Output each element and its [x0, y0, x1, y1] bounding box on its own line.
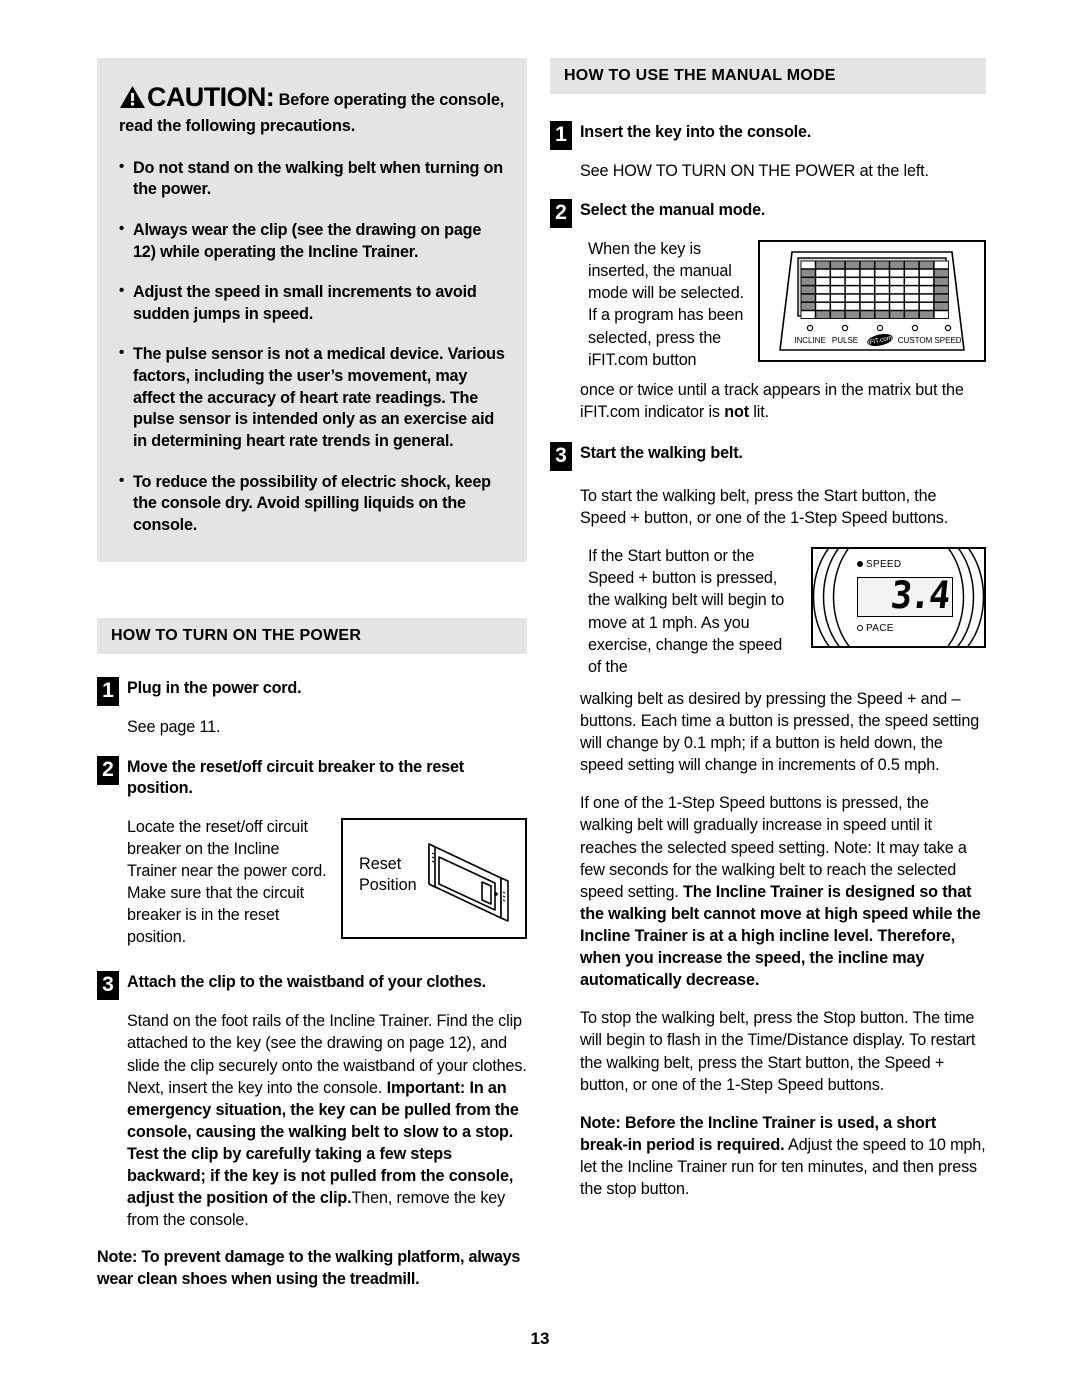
reset-position-figure: Reset Position — [341, 817, 527, 939]
step-number-badge: 3 — [97, 971, 119, 1001]
caution-bullet: To reduce the possibility of electric sh… — [119, 471, 505, 537]
manual-step-1-body: See HOW TO TURN ON THE POWER at the left… — [580, 162, 929, 180]
power-step-3-body: Stand on the foot rails of the Incline T… — [127, 1010, 527, 1231]
manual-step-3-para-3: If one of the 1-Step Speed buttons is pr… — [580, 792, 986, 991]
page-number: 13 — [530, 1329, 550, 1348]
circuit-breaker-switch-icon — [409, 826, 519, 939]
manual-step-3-para-1: To start the walking belt, press the Sta… — [580, 486, 949, 528]
step-title: Select the manual mode. — [580, 201, 766, 220]
caution-bullet: The pulse sensor is not a medical device… — [119, 343, 505, 452]
right-column: HOW TO USE THE MANUAL MODE 1 Insert the … — [550, 58, 986, 1216]
power-section-note: Note: To prevent damage to the walking p… — [97, 1248, 521, 1289]
section-header-power: HOW TO TURN ON THE POWER — [97, 618, 527, 655]
svg-text:INCLINE: INCLINE — [794, 336, 826, 345]
console-figure: INCLINE PULSE CUSTOM SPEED iFIT.com — [758, 240, 986, 363]
step-title: Attach the clip to the waistband of your… — [127, 973, 486, 992]
speed-indicator-label: SPEED — [857, 559, 901, 570]
caution-colon: : — [265, 82, 275, 112]
manual-step-2-after-plain-2: lit. — [748, 402, 769, 421]
speed-indicator-dot-icon — [857, 561, 863, 568]
caution-bullet: Adjust the speed in small increments to … — [119, 281, 505, 325]
svg-text:CUSTOM: CUSTOM — [898, 336, 933, 345]
section-header-manual-mode: HOW TO USE THE MANUAL MODE — [550, 58, 986, 94]
manual-step-2: 2 Select the manual mode. — [550, 198, 986, 229]
svg-text:PULSE: PULSE — [832, 336, 858, 345]
step-number-badge: 2 — [97, 755, 119, 785]
console-matrix-icon: INCLINE PULSE CUSTOM SPEED iFIT.com — [779, 251, 965, 351]
reset-figure-label: Reset Position — [359, 854, 417, 895]
step-number-badge: 1 — [550, 121, 572, 150]
step-title: Plug in the power cord. — [127, 679, 302, 698]
speed-lcd-panel: 3.4 — [857, 574, 953, 618]
left-column: CAUTION: Before operating the console, r… — [97, 58, 527, 1291]
caution-bullet-list: Do not stand on the walking belt when tu… — [119, 157, 505, 537]
caution-panel: CAUTION: Before operating the console, r… — [97, 58, 527, 563]
step-number-badge: 3 — [550, 441, 572, 471]
step-number-badge: 1 — [97, 677, 119, 707]
step-title: Start the walking belt. — [580, 443, 743, 462]
pace-indicator-dot-icon — [857, 625, 863, 632]
power-step-2: 2 Move the reset/off circuit breaker to … — [97, 755, 527, 800]
speed-display-inner: SPEED 3.4 PACE — [841, 555, 959, 642]
console-figure-block: INCLINE PULSE CUSTOM SPEED iFIT.com When… — [588, 238, 986, 371]
pace-indicator-label: PACE — [857, 623, 894, 634]
speed-display-figure: SPEED 3.4 PACE — [811, 547, 986, 649]
speed-value: 3.4 — [888, 574, 951, 618]
manual-step-2-body-after: once or twice until a track appears in t… — [580, 379, 986, 423]
manual-step-2-after-bold: not — [724, 402, 749, 421]
manual-step-3-para-2-rest: walking belt as desired by pressing the … — [580, 689, 980, 775]
step-title: Move the reset/off circuit breaker to th… — [127, 757, 464, 798]
caution-headline: CAUTION: Before operating the console, r… — [119, 80, 505, 138]
svg-text:SPEED: SPEED — [934, 336, 961, 345]
caution-word: CAUTION — [147, 82, 266, 112]
caution-bullet: Do not stand on the walking belt when tu… — [119, 157, 505, 201]
step-title: Insert the key into the console. — [580, 123, 812, 141]
manual-step-3-para-4: To stop the walking belt, press the Stop… — [580, 1009, 976, 1094]
speed-figure-block: SPEED 3.4 PACE If the Start button or th… — [588, 545, 986, 678]
manual-step-1: 1 Insert the key into the console. — [550, 120, 986, 150]
warning-triangle-icon — [119, 85, 146, 109]
power-step-1-body: See page 11. — [127, 718, 221, 737]
power-step-3-body-bold: Important: In an emergency situation, th… — [127, 1078, 519, 1208]
manual-step-3: 3 Start the walking belt. — [550, 441, 986, 471]
step-number-badge: 2 — [550, 199, 572, 229]
manual-step-2-after-plain-1: once or twice until a track appears in t… — [580, 380, 964, 421]
power-step-1: 1 Plug in the power cord. — [97, 676, 527, 707]
power-step-3: 3 Attach the clip to the waistband of yo… — [97, 970, 527, 1001]
manual-page: CAUTION: Before operating the console, r… — [0, 0, 1080, 1397]
manual-step-3-para-5: Note: Before the Incline Trainer is used… — [580, 1112, 986, 1200]
caution-bullet: Always wear the clip (see the drawing on… — [119, 219, 505, 263]
reset-figure-block: Reset Position Locate the reset/off circ… — [127, 816, 527, 949]
